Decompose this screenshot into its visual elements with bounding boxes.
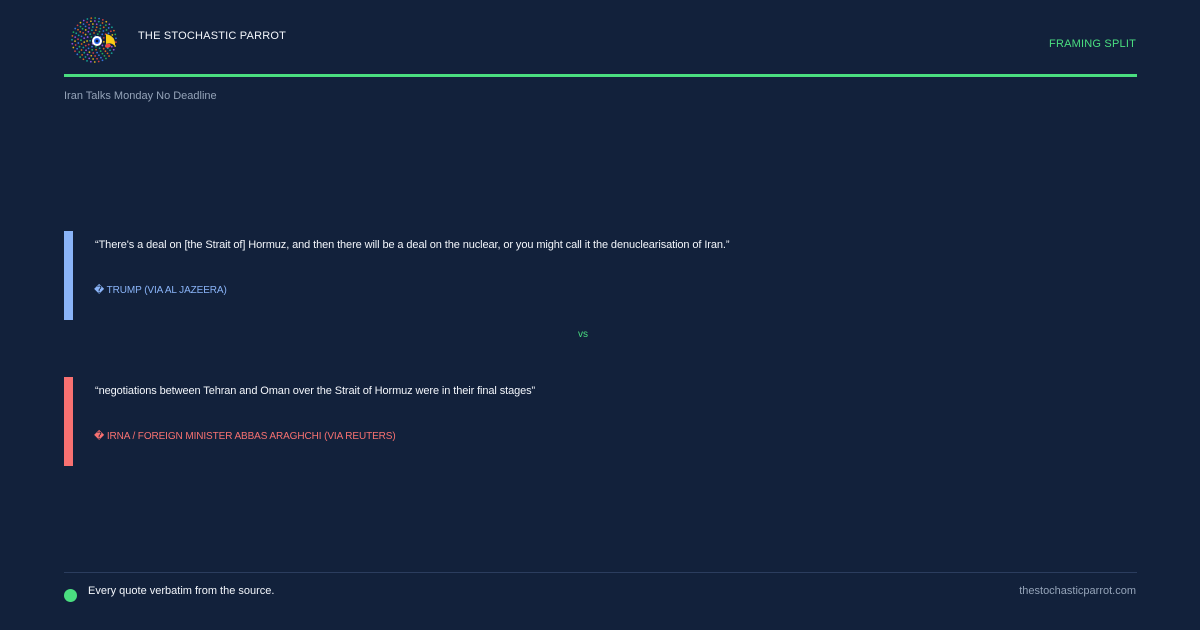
quote-accent-bar	[64, 231, 73, 320]
quote-source: � TRUMP (VIA AL JAZEERA)	[94, 285, 227, 296]
footer-divider	[64, 572, 1137, 573]
quote-card-trump: “There's a deal on [the Strait of] Hormu…	[64, 231, 1137, 320]
footer-site-link[interactable]: thestochasticparrot.com	[1019, 585, 1136, 597]
framing-split-tag: FRAMING SPLIT	[1049, 38, 1136, 50]
footer-note: Every quote verbatim from the source.	[88, 585, 275, 597]
header-divider	[64, 74, 1137, 77]
parrot-logo-icon	[71, 17, 117, 63]
quote-text: “There's a deal on [the Strait of] Hormu…	[95, 239, 730, 251]
brand-name: THE STOCHASTIC PARROT	[138, 30, 287, 42]
quote-accent-bar	[64, 377, 73, 466]
versus-label: vs	[578, 329, 588, 340]
page-subtitle: Iran Talks Monday No Deadline	[64, 90, 217, 102]
quote-source: � IRNA / FOREIGN MINISTER ABBAS ARAGHCHI…	[94, 431, 396, 442]
quote-text: “negotiations between Tehran and Oman ov…	[95, 385, 536, 397]
status-dot-icon	[64, 589, 77, 602]
quote-card-irna: “negotiations between Tehran and Oman ov…	[64, 377, 1137, 466]
